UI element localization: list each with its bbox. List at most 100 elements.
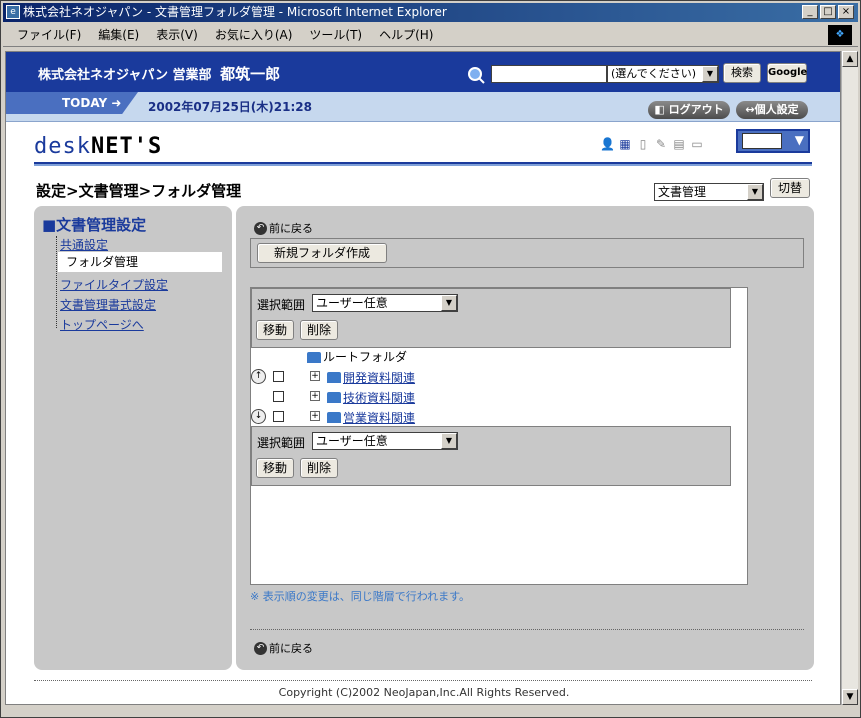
close-button[interactable]: × xyxy=(838,5,854,19)
today-bar: TODAY ➜ 2002年07月25日(木)21:28 ◧ ログアウト ↔個人設… xyxy=(6,92,840,122)
logout-button[interactable]: ◧ ログアウト xyxy=(648,101,730,119)
user-icon[interactable]: 👤 xyxy=(600,136,615,152)
menu-tools[interactable]: ツール(T) xyxy=(309,26,362,43)
module-select[interactable]: 文書管理 ▼ xyxy=(654,183,764,201)
folder-checkbox[interactable] xyxy=(273,391,284,402)
monitor-menu-button[interactable]: ▼ xyxy=(736,129,810,153)
menu-view[interactable]: 表示(V) xyxy=(156,26,198,43)
expand-icon[interactable]: + xyxy=(310,411,320,421)
settings-sidebar: ■文書管理設定 共通設定 フォルダ管理 ファイルタイプ設定 文書管理書式設定 ト… xyxy=(34,206,232,670)
chevron-down-icon: ▼ xyxy=(702,66,718,82)
vertical-scrollbar[interactable]: ▲ ▼ xyxy=(841,51,858,705)
google-button[interactable]: Google xyxy=(767,63,807,83)
org-icon[interactable]: ▦ xyxy=(618,136,632,152)
move-up-icon[interactable]: ↑ xyxy=(251,369,266,384)
minimize-button[interactable]: _ xyxy=(802,5,818,19)
menu-edit[interactable]: 編集(E) xyxy=(98,26,139,43)
search-button[interactable]: 検索 xyxy=(723,63,761,83)
menu-file[interactable]: ファイル(F) xyxy=(17,26,81,43)
sidebar-tree-line xyxy=(56,236,58,328)
personal-settings-label: 個人設定 xyxy=(754,103,799,116)
back-arrow-icon: ↶ xyxy=(254,641,267,655)
memo-icon[interactable]: ▯ xyxy=(636,136,650,152)
desknets-logo[interactable]: deskNET'S xyxy=(34,134,162,159)
scroll-down-icon[interactable]: ▼ xyxy=(842,689,858,705)
folder-checkbox[interactable] xyxy=(273,411,284,422)
move-button-top[interactable]: 移動 xyxy=(256,320,294,340)
status-bar xyxy=(3,705,858,717)
expand-icon[interactable]: + xyxy=(310,371,320,381)
scroll-up-icon[interactable]: ▲ xyxy=(842,51,858,67)
search-scope-value: (選んでください) xyxy=(611,67,697,80)
doc-icon[interactable]: ▭ xyxy=(690,136,704,152)
sidebar-item-filetype-settings[interactable]: ファイルタイプ設定 xyxy=(60,276,168,293)
new-folder-button[interactable]: 新規フォルダ作成 xyxy=(257,243,387,263)
divider xyxy=(250,629,804,630)
scope-select-value: ユーザー任意 xyxy=(316,434,388,448)
delete-button-bottom[interactable]: 削除 xyxy=(300,458,338,478)
folder-link[interactable]: 営業資料関連 xyxy=(343,409,415,426)
footer-divider xyxy=(34,680,812,681)
ie-throbber-icon: ❖ xyxy=(828,25,852,45)
maximize-button[interactable]: □ xyxy=(820,5,836,19)
logout-label: ログアウト xyxy=(668,103,724,116)
menu-favorites[interactable]: お気に入り(A) xyxy=(215,26,293,43)
module-select-value: 文書管理 xyxy=(658,185,707,199)
grid-icon[interactable]: ▤ xyxy=(672,136,686,152)
logo-desk: desk xyxy=(34,134,91,159)
title-bar: e 株式会社ネオジャパン - 文書管理フォルダ管理 - Microsoft In… xyxy=(3,3,858,22)
menu-bar: ファイル(F) 編集(E) 表示(V) お気に入り(A) ツール(T) ヘルプ(… xyxy=(3,23,858,47)
switch-button[interactable]: 切替 xyxy=(770,178,810,198)
scope-label: 選択範囲 xyxy=(257,436,306,450)
window-title: 株式会社ネオジャパン - 文書管理フォルダ管理 - Microsoft Inte… xyxy=(23,5,447,19)
today-tab: TODAY ➜ xyxy=(6,92,138,114)
back-link-bottom[interactable]: ↶ 前に戻る xyxy=(254,640,313,656)
chevron-down-icon: ▼ xyxy=(441,295,457,311)
folder-row: + 技術資料関連 xyxy=(251,388,651,406)
folder-tree-panel: 選択範囲 ユーザー任意 ▼ 移動 削除 ルートフォルダ ↑ + 開発資料関連 +… xyxy=(250,287,748,585)
personal-settings-button[interactable]: ↔個人設定 xyxy=(736,101,808,119)
tool-icons: 👤 ▦ ▯ ✎ ▤ ▭ xyxy=(600,136,704,152)
menu-help[interactable]: ヘルプ(H) xyxy=(379,26,433,43)
search-icon xyxy=(468,67,485,84)
back-link-top[interactable]: ↶ 前に戻る xyxy=(254,220,313,236)
folder-row: ↑ + 開発資料関連 xyxy=(251,368,651,386)
sidebar-item-folder-management[interactable]: フォルダ管理 xyxy=(58,252,222,272)
folder-icon xyxy=(327,372,341,383)
folder-row: ↓ + 営業資料関連 xyxy=(251,408,651,426)
scope-select-top[interactable]: ユーザー任意 ▼ xyxy=(312,294,458,312)
sort-order-note: ※ 表示順の変更は、同じ階層で行われます。 xyxy=(250,590,471,603)
app-header: 株式会社ネオジャパン 営業部 都筑一郎 (選んでください) ▼ 検索 Googl… xyxy=(6,52,840,92)
expand-icon[interactable]: + xyxy=(310,391,320,401)
scope-select-bottom[interactable]: ユーザー任意 ▼ xyxy=(312,432,458,450)
folder-icon xyxy=(307,352,321,363)
back-label: 前に戻る xyxy=(269,642,313,655)
page-content: 株式会社ネオジャパン 営業部 都筑一郎 (選んでください) ▼ 検索 Googl… xyxy=(5,51,841,705)
current-datetime: 2002年07月25日(木)21:28 xyxy=(148,100,312,114)
company-dept: 株式会社ネオジャパン 営業部 xyxy=(38,68,212,83)
edit-icon[interactable]: ✎ xyxy=(654,136,668,152)
copyright: Copyright (C)2002 NeoJapan,Inc.All Right… xyxy=(278,686,570,699)
move-down-icon[interactable]: ↓ xyxy=(251,409,266,424)
today-label: TODAY xyxy=(62,96,108,110)
folder-icon xyxy=(327,412,341,423)
search-scope-select[interactable]: (選んでください) ▼ xyxy=(607,65,719,83)
sidebar-item-common-settings[interactable]: 共通設定 xyxy=(60,236,108,253)
search-input[interactable] xyxy=(491,65,607,83)
delete-button-top[interactable]: 削除 xyxy=(300,320,338,340)
sidebar-item-doc-format-settings[interactable]: 文書管理書式設定 xyxy=(60,296,156,313)
folder-icon xyxy=(327,392,341,403)
move-button-bottom[interactable]: 移動 xyxy=(256,458,294,478)
folder-link[interactable]: 開発資料関連 xyxy=(343,369,415,386)
back-label: 前に戻る xyxy=(269,222,313,235)
folder-link[interactable]: 技術資料関連 xyxy=(343,389,415,406)
sidebar-item-top-page[interactable]: トップページへ xyxy=(60,316,144,333)
root-folder-row: ルートフォルダ xyxy=(307,348,707,366)
chevron-down-icon: ▼ xyxy=(747,184,763,200)
sidebar-title: ■文書管理設定 xyxy=(42,216,147,234)
scope-label: 選択範囲 xyxy=(257,298,306,312)
folder-checkbox[interactable] xyxy=(273,371,284,382)
breadcrumb: 設定>文書管理>フォルダ管理 xyxy=(36,182,242,200)
monitor-icon xyxy=(742,133,782,149)
main-panel: ↶ 前に戻る 新規フォルダ作成 選択範囲 ユーザー任意 ▼ 移動 削除 ルートフ… xyxy=(236,206,814,670)
